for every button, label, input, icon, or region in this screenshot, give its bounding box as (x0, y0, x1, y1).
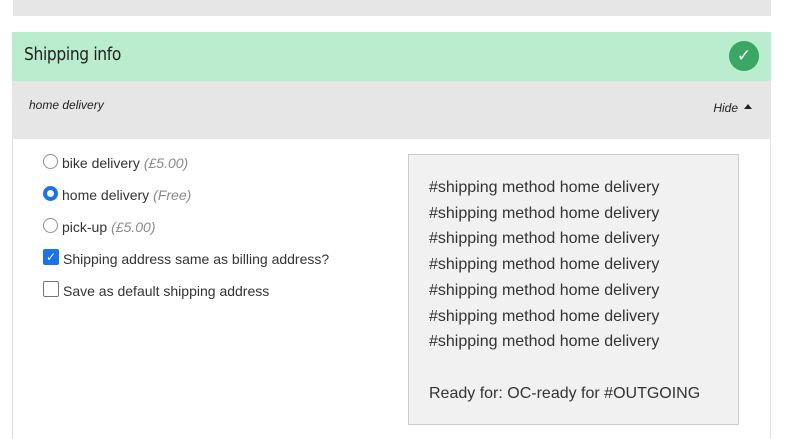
radio-bike-delivery[interactable] (43, 153, 58, 169)
radio-pick-up[interactable] (43, 217, 58, 233)
same-as-billing-option[interactable]: ✓ Shipping address same as billing addre… (43, 249, 330, 267)
shipping-option-bike-delivery[interactable]: bike delivery (£5.00) (43, 153, 189, 171)
previous-section-panel (13, 0, 771, 16)
shipping-option-pick-up[interactable]: pick-up (£5.00) (43, 217, 156, 235)
shipping-summary-bar: home delivery Hide (12, 81, 771, 139)
hide-toggle-label: Hide (713, 101, 738, 115)
method-info-line: #shipping method home delivery (429, 281, 660, 299)
method-info-line: #shipping method home delivery (429, 333, 660, 351)
radio-home-delivery[interactable] (43, 185, 58, 201)
shipping-option-home-delivery[interactable]: home delivery (Free) (43, 185, 192, 203)
option-price: (£5.00) (143, 155, 189, 171)
same-as-billing-checkbox[interactable]: ✓ (43, 249, 59, 265)
method-info-line: #shipping method home delivery (429, 179, 660, 196)
shipping-method-info-box: #shipping method home delivery #shipping… (408, 154, 739, 425)
shipping-content: bike delivery (£5.00) home delivery (Fre… (12, 139, 771, 439)
save-default-option[interactable]: Save as default shipping address (43, 281, 270, 299)
check-icon: ✓ (729, 41, 759, 71)
ready-status: Ready for: OC-ready for #OUTGOING (429, 384, 701, 402)
option-price: (Free) (153, 187, 192, 203)
option-label: home delivery (62, 187, 150, 203)
option-label: pick-up (62, 219, 108, 235)
hide-toggle[interactable]: Hide (713, 101, 752, 115)
selected-method-summary: home delivery (29, 98, 104, 112)
shipping-info-header: Shipping info ✓ (12, 32, 771, 81)
method-info-line: #shipping method home delivery (429, 204, 660, 222)
caret-up-icon (744, 103, 752, 109)
same-as-billing-label: Shipping address same as billing address… (63, 251, 330, 267)
save-default-label: Save as default shipping address (63, 283, 270, 299)
method-info-line: #shipping method home delivery (429, 230, 660, 248)
option-label: bike delivery (62, 155, 140, 171)
save-default-checkbox[interactable] (43, 281, 59, 297)
shipping-info-title: Shipping info (24, 44, 122, 65)
option-price: (£5.00) (111, 219, 156, 235)
method-info-line: #shipping method home delivery (429, 256, 660, 274)
method-info-line: #shipping method home delivery (429, 307, 660, 325)
